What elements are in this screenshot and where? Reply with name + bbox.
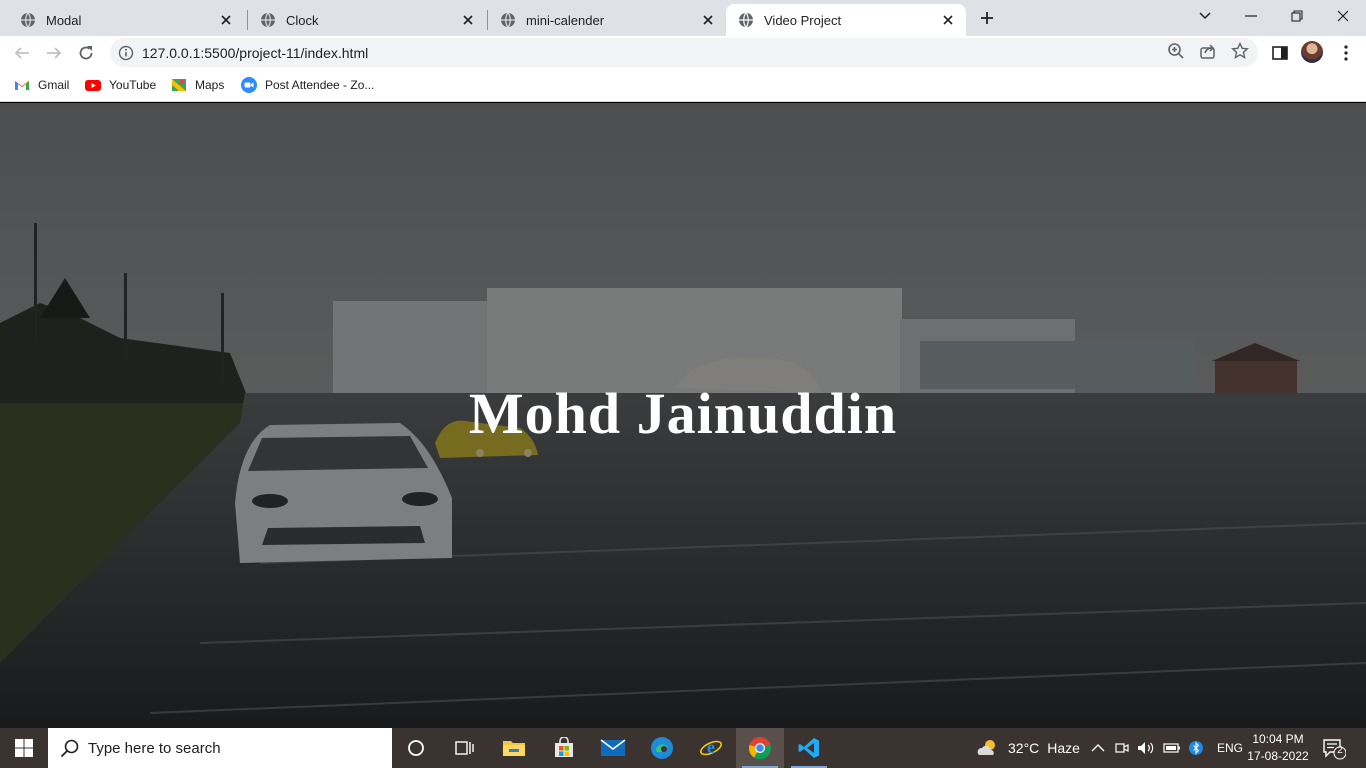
bookmark-gmail[interactable]: Gmail	[14, 75, 69, 95]
folder-icon	[503, 741, 525, 756]
chevron-down-icon	[1199, 12, 1211, 20]
bookmark-label: Post Attendee - Zo...	[265, 78, 375, 92]
minimize-button[interactable]	[1228, 0, 1274, 32]
tab-title: Clock	[286, 12, 319, 28]
taskbar-search[interactable]: Type here to search	[48, 728, 392, 768]
bookmark-label: Maps	[195, 78, 225, 92]
internet-explorer-button[interactable]: e	[687, 728, 735, 768]
chrome-icon	[748, 737, 772, 760]
microsoft-store-button[interactable]	[540, 728, 588, 768]
info-icon[interactable]	[118, 45, 134, 61]
tab-title: Modal	[46, 12, 82, 28]
back-button[interactable]	[9, 40, 35, 66]
close-window-button[interactable]	[1320, 0, 1366, 32]
vscode-button[interactable]	[785, 728, 833, 768]
weather-icon	[977, 740, 995, 755]
windows-taskbar: Type here to search e 32°C Haze ENG 10:0…	[0, 728, 1366, 768]
edge-button[interactable]	[638, 728, 686, 768]
arrow-left-icon	[14, 47, 29, 59]
share-icon[interactable]	[1199, 42, 1217, 60]
tab-title: Video Project	[764, 12, 842, 28]
bookmark-label: Gmail	[38, 78, 70, 92]
close-tab-icon[interactable]	[218, 12, 234, 28]
address-bar[interactable]: 127.0.0.1:5500/project-11/index.html	[110, 38, 1258, 67]
cortana-button[interactable]	[392, 728, 440, 768]
globe-icon	[261, 12, 275, 28]
arrow-right-icon	[47, 47, 62, 59]
weather-condition: Haze	[1047, 740, 1080, 756]
start-button[interactable]	[0, 728, 48, 768]
bookmark-zoom[interactable]: Post Attendee - Zo...	[241, 75, 374, 95]
gmail-icon	[15, 80, 29, 90]
tab-mini-calender[interactable]: mini-calender	[488, 4, 726, 36]
notification-count: 2	[1337, 745, 1343, 756]
close-icon	[1337, 10, 1349, 22]
edge-icon	[651, 737, 673, 759]
weather-temp: 32°C	[1008, 740, 1040, 756]
reload-icon	[79, 46, 93, 60]
search-icon	[60, 739, 79, 758]
more-vert-icon[interactable]	[1337, 44, 1355, 62]
zoom-icon[interactable]	[1167, 42, 1185, 60]
url-text[interactable]: 127.0.0.1:5500/project-11/index.html	[142, 45, 368, 61]
close-tab-icon[interactable]	[460, 12, 476, 28]
search-placeholder: Type here to search	[88, 739, 221, 757]
star-icon[interactable]	[1231, 42, 1249, 60]
task-view-button[interactable]	[440, 728, 488, 768]
new-tab-button[interactable]	[976, 7, 998, 29]
weather-widget[interactable]: 32°C Haze	[976, 728, 1080, 768]
globe-icon	[501, 12, 515, 28]
globe-icon	[739, 12, 753, 28]
close-tab-icon[interactable]	[940, 12, 956, 28]
task-view-icon	[455, 741, 474, 755]
plus-icon	[981, 12, 993, 24]
volume-icon[interactable]	[1137, 740, 1155, 756]
language-indicator[interactable]: ENG	[1217, 741, 1243, 755]
clock-time: 10:04 PM	[1252, 732, 1304, 746]
clock-date: 17-08-2022	[1247, 749, 1309, 763]
windows-logo-icon	[15, 739, 33, 757]
forward-button[interactable]	[41, 40, 67, 66]
vscode-icon	[798, 738, 819, 758]
side-panel-icon[interactable]	[1271, 44, 1289, 62]
notification-center-button[interactable]: 2	[1322, 738, 1347, 760]
system-tray: ENG	[1091, 728, 1243, 768]
mail-button[interactable]	[589, 728, 637, 768]
store-icon	[555, 737, 573, 757]
browser-toolbar: 127.0.0.1:5500/project-11/index.html	[0, 36, 1366, 69]
bookmark-maps[interactable]: Maps	[171, 75, 224, 95]
bluetooth-icon[interactable]	[1189, 740, 1203, 756]
chrome-button[interactable]	[736, 728, 784, 768]
bookmark-label: YouTube	[109, 78, 157, 92]
reload-button[interactable]	[73, 40, 99, 66]
maps-icon	[172, 79, 186, 91]
globe-icon	[21, 12, 35, 28]
zoom-icon	[241, 77, 257, 93]
tab-video-project[interactable]: Video Project	[726, 4, 966, 36]
restore-icon	[1291, 10, 1303, 22]
tab-clock[interactable]: Clock	[248, 4, 486, 36]
tab-search-button[interactable]	[1182, 0, 1228, 32]
close-tab-icon[interactable]	[700, 12, 716, 28]
tab-modal[interactable]: Modal	[8, 4, 244, 36]
bookmark-youtube[interactable]: YouTube	[85, 75, 156, 95]
restore-button[interactable]	[1274, 0, 1320, 32]
tab-strip: Modal Clock mini-calender Video Project	[0, 0, 1366, 36]
meet-now-icon[interactable]	[1115, 740, 1129, 756]
bookmarks-bar: Gmail YouTube Maps Post Attendee - Zo...	[0, 69, 1366, 102]
internet-explorer-icon: e	[700, 737, 722, 757]
youtube-icon	[85, 80, 101, 91]
chevron-up-icon[interactable]	[1091, 743, 1105, 753]
tab-title: mini-calender	[526, 12, 605, 28]
battery-icon[interactable]	[1163, 741, 1181, 755]
profile-avatar[interactable]	[1301, 41, 1323, 63]
clock[interactable]: 10:04 PM 17-08-2022	[1244, 731, 1312, 765]
hero-title: Mohd Jainuddin	[468, 381, 898, 446]
page-content: Mohd Jainuddin	[0, 103, 1366, 728]
file-explorer-button[interactable]	[490, 728, 538, 768]
minimize-icon	[1245, 15, 1257, 17]
mail-icon	[600, 739, 626, 756]
cortana-icon	[408, 740, 424, 756]
svg-text:e: e	[707, 737, 715, 757]
